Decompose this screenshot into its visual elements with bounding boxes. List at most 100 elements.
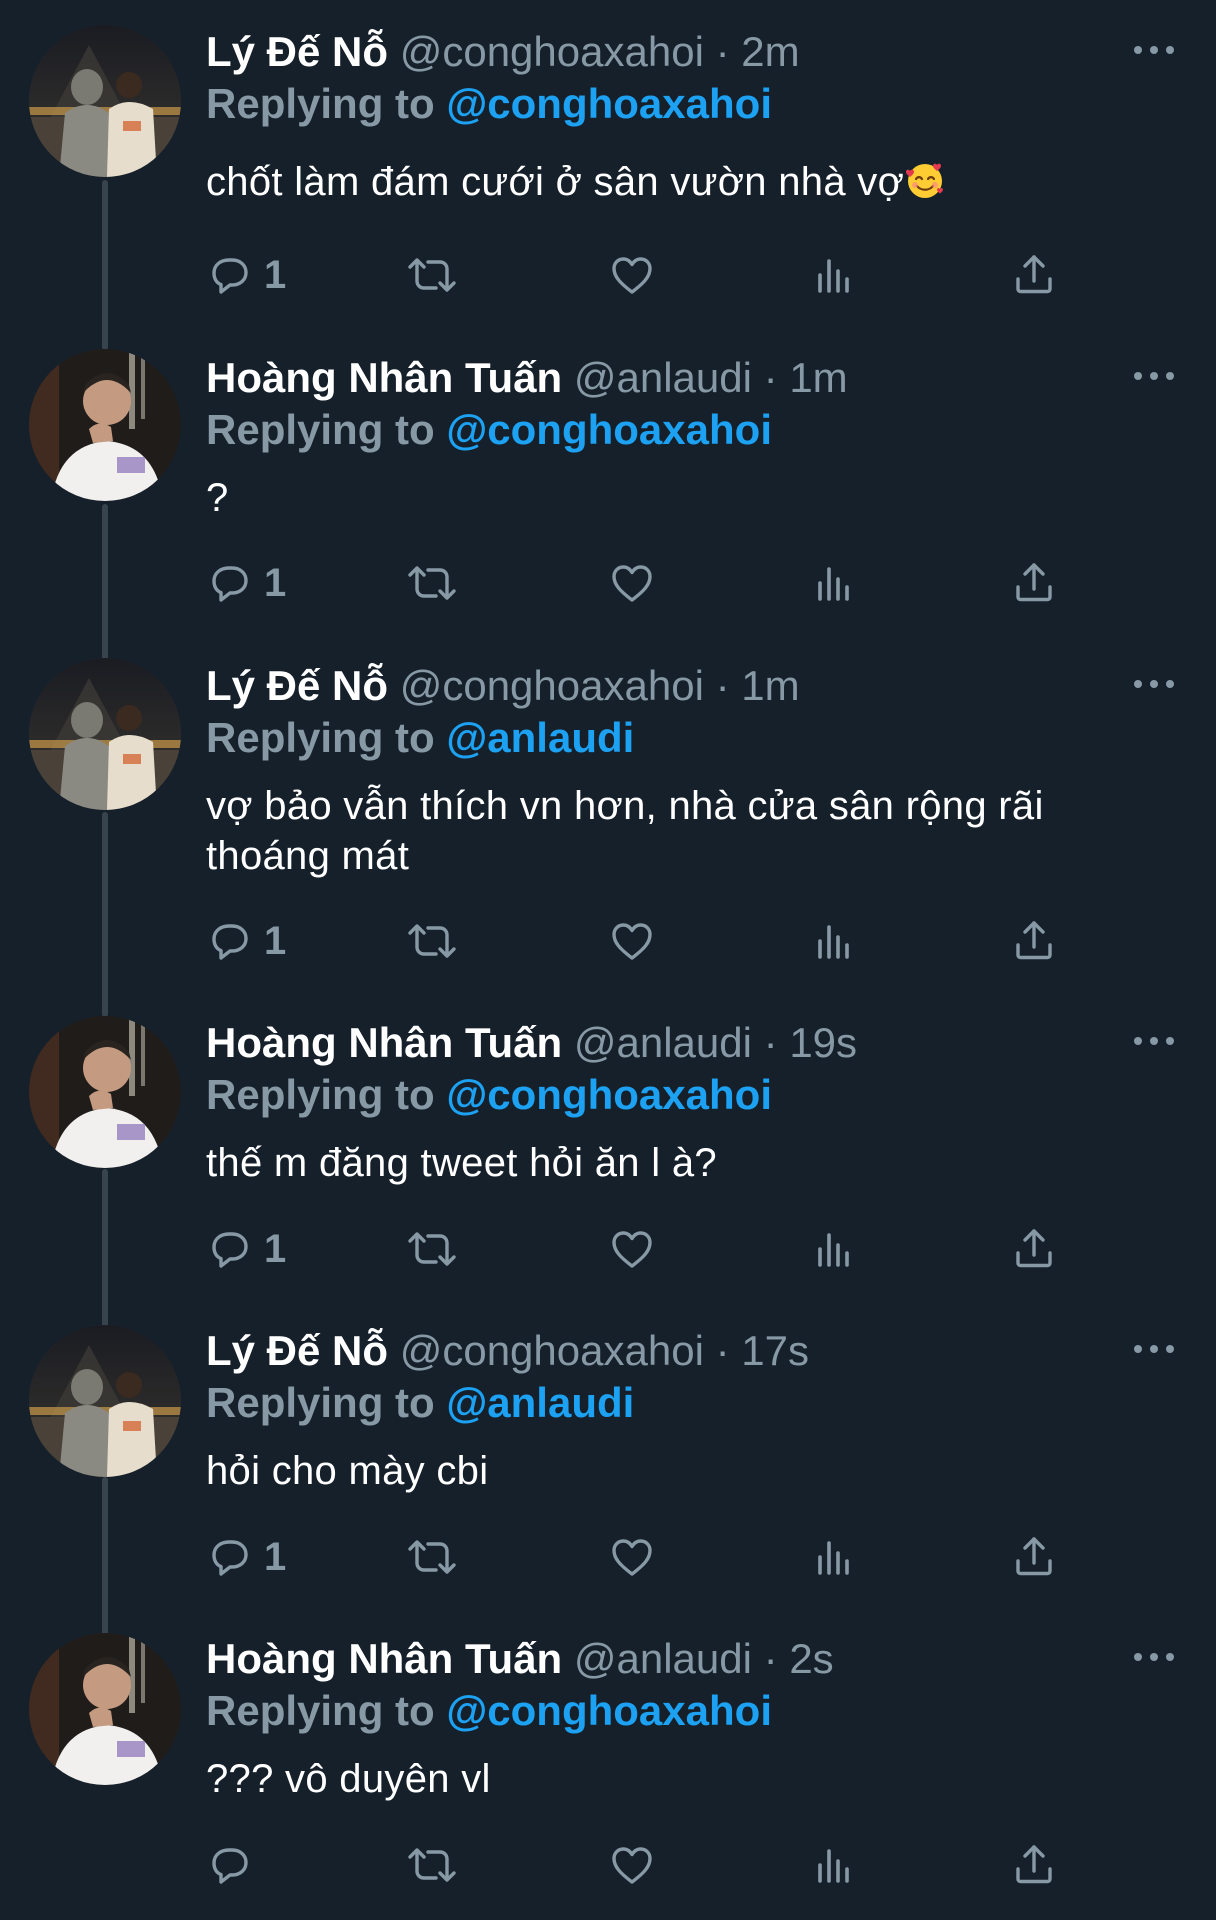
tweet[interactable]: Lý Đế Nỗ @conghoaxahoi · 2m Replying to … <box>0 0 1216 350</box>
tweet[interactable]: Hoàng Nhân Tuấn @anlaudi · 2s Replying t… <box>0 1629 1216 1920</box>
avatar[interactable] <box>29 25 181 177</box>
tweet-text-content: thế m đăng tweet hỏi ăn l à? <box>206 1141 717 1185</box>
tweet-header: Lý Đế Nỗ @conghoaxahoi · 1m <box>206 656 800 716</box>
avatar[interactable] <box>29 658 181 810</box>
retweet-button[interactable] <box>404 1835 460 1895</box>
analytics-button[interactable] <box>810 1527 858 1587</box>
replying-to-handle[interactable]: @anlaudi <box>446 1379 634 1426</box>
retweet-button[interactable] <box>404 911 460 971</box>
retweet-button[interactable] <box>404 553 460 613</box>
tweet-actions: 1 <box>206 553 1086 613</box>
display-name[interactable]: Hoàng Nhân Tuấn <box>206 354 562 401</box>
replying-to-handle[interactable]: @conghoaxahoi <box>446 1687 772 1734</box>
analytics-button[interactable] <box>810 553 858 613</box>
thread-connector-line <box>102 1169 108 1331</box>
share-button[interactable] <box>1010 245 1058 305</box>
reply-button[interactable]: 1 <box>206 1527 286 1587</box>
analytics-button[interactable] <box>810 911 858 971</box>
avatar[interactable] <box>29 1633 181 1785</box>
share-icon <box>1010 251 1058 299</box>
timestamp[interactable]: 2s <box>789 1635 833 1682</box>
like-button[interactable] <box>608 1527 656 1587</box>
timestamp[interactable]: 1m <box>789 354 847 401</box>
user-handle[interactable]: @anlaudi <box>574 1019 752 1066</box>
display-name[interactable]: Lý Đế Nỗ <box>206 662 388 709</box>
timestamp[interactable]: 2m <box>741 28 799 75</box>
tweet[interactable]: Hoàng Nhân Tuấn @anlaudi · 19s Replying … <box>0 1013 1216 1331</box>
replying-to: Replying to @conghoaxahoi <box>206 400 772 460</box>
replying-to-label: Replying to <box>206 406 435 453</box>
share-icon <box>1010 559 1058 607</box>
separator-dot: · <box>715 28 730 75</box>
timestamp[interactable]: 19s <box>789 1019 857 1066</box>
replying-to-handle[interactable]: @conghoaxahoi <box>446 1071 772 1118</box>
user-handle[interactable]: @conghoaxahoi <box>400 28 704 75</box>
more-options-icon[interactable] <box>1130 40 1178 60</box>
retweet-icon <box>404 917 460 965</box>
reply-icon <box>206 559 254 607</box>
like-button[interactable] <box>608 245 656 305</box>
more-options-icon[interactable] <box>1130 1339 1178 1359</box>
share-button[interactable] <box>1010 553 1058 613</box>
more-options-icon[interactable] <box>1130 1647 1178 1667</box>
replying-to-handle[interactable]: @conghoaxahoi <box>446 406 772 453</box>
avatar[interactable] <box>29 349 181 501</box>
display-name[interactable]: Hoàng Nhân Tuấn <box>206 1635 562 1682</box>
like-button[interactable] <box>608 553 656 613</box>
replying-to: Replying to @conghoaxahoi <box>206 74 772 134</box>
tweet[interactable]: Hoàng Nhân Tuấn @anlaudi · 1m Replying t… <box>0 348 1216 666</box>
replying-to: Replying to @conghoaxahoi <box>206 1065 772 1125</box>
reply-icon <box>206 917 254 965</box>
retweet-button[interactable] <box>404 1219 460 1279</box>
more-options-icon[interactable] <box>1130 674 1178 694</box>
smiling-face-with-hearts-emoji <box>904 159 946 201</box>
display-name[interactable]: Hoàng Nhân Tuấn <box>206 1019 562 1066</box>
replying-to-handle[interactable]: @anlaudi <box>446 714 634 761</box>
separator-dot: · <box>715 1327 730 1374</box>
share-button[interactable] <box>1010 911 1058 971</box>
analytics-button[interactable] <box>810 245 858 305</box>
like-button[interactable] <box>608 1219 656 1279</box>
retweet-button[interactable] <box>404 1527 460 1587</box>
display-name[interactable]: Lý Đế Nỗ <box>206 28 388 75</box>
tweet[interactable]: Lý Đế Nỗ @conghoaxahoi · 1m Replying to … <box>0 656 1216 1017</box>
reply-button[interactable]: 1 <box>206 1219 286 1279</box>
reply-button[interactable]: 1 <box>206 245 286 305</box>
reply-button[interactable] <box>206 1835 254 1895</box>
analytics-button[interactable] <box>810 1835 858 1895</box>
user-handle[interactable]: @anlaudi <box>574 354 752 401</box>
share-icon <box>1010 917 1058 965</box>
reply-button[interactable]: 1 <box>206 553 286 613</box>
tweet-actions: 1 <box>206 245 1086 305</box>
avatar[interactable] <box>29 1016 181 1168</box>
tweet-text: vợ bảo vẫn thích vn hơn, nhà cửa sân rộn… <box>206 781 1146 881</box>
avatar[interactable] <box>29 1325 181 1477</box>
share-button[interactable] <box>1010 1835 1058 1895</box>
user-handle[interactable]: @conghoaxahoi <box>400 662 704 709</box>
timestamp[interactable]: 17s <box>741 1327 809 1374</box>
share-button[interactable] <box>1010 1527 1058 1587</box>
user-handle[interactable]: @anlaudi <box>574 1635 752 1682</box>
thread-connector-line <box>102 504 108 666</box>
more-options-icon[interactable] <box>1130 366 1178 386</box>
timestamp[interactable]: 1m <box>741 662 799 709</box>
reply-button[interactable]: 1 <box>206 911 286 971</box>
more-options-icon[interactable] <box>1130 1031 1178 1051</box>
tweet-text: hỏi cho mày cbi <box>206 1446 1166 1496</box>
tweet-header: Hoàng Nhân Tuấn @anlaudi · 19s <box>206 1013 857 1073</box>
reply-icon <box>206 251 254 299</box>
tweet-text: thế m đăng tweet hỏi ăn l à? <box>206 1138 1166 1188</box>
user-handle[interactable]: @conghoaxahoi <box>400 1327 704 1374</box>
share-button[interactable] <box>1010 1219 1058 1279</box>
retweet-icon <box>404 1533 460 1581</box>
retweet-button[interactable] <box>404 245 460 305</box>
analytics-button[interactable] <box>810 1219 858 1279</box>
like-button[interactable] <box>608 911 656 971</box>
replying-to-label: Replying to <box>206 1379 435 1426</box>
display-name[interactable]: Lý Đế Nỗ <box>206 1327 388 1374</box>
tweet-actions: 1 <box>206 911 1086 971</box>
like-button[interactable] <box>608 1835 656 1895</box>
replying-to-handle[interactable]: @conghoaxahoi <box>446 80 772 127</box>
tweet[interactable]: Lý Đế Nỗ @conghoaxahoi · 17s Replying to… <box>0 1321 1216 1639</box>
separator-dot: · <box>715 662 730 709</box>
